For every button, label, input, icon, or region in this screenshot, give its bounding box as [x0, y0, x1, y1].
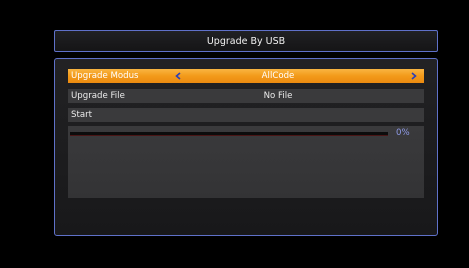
upgrade-modus-label: Upgrade Modus: [71, 71, 139, 81]
upgrade-panel: Upgrade Modus AllCode Upgrade File No Fi…: [54, 58, 438, 236]
progress-percent: 0%: [396, 128, 410, 138]
progress-area: 0%: [68, 126, 424, 198]
title-bar: Upgrade By USB: [54, 30, 438, 52]
upgrade-modus-value: AllCode: [261, 71, 295, 81]
arrow-right-icon[interactable]: [411, 69, 417, 83]
upgrade-file-row[interactable]: Upgrade File No File: [68, 89, 424, 103]
progress-bar: [70, 132, 388, 136]
arrow-left-icon[interactable]: [175, 69, 181, 83]
screen: Upgrade By USB Upgrade Modus AllCode Upg…: [0, 0, 469, 268]
start-button[interactable]: Start: [68, 108, 424, 122]
start-label: Start: [71, 110, 92, 120]
upgrade-file-value: No File: [263, 91, 293, 101]
upgrade-modus-row[interactable]: Upgrade Modus AllCode: [68, 69, 424, 83]
upgrade-file-label: Upgrade File: [71, 91, 125, 101]
window-title: Upgrade By USB: [206, 35, 286, 47]
